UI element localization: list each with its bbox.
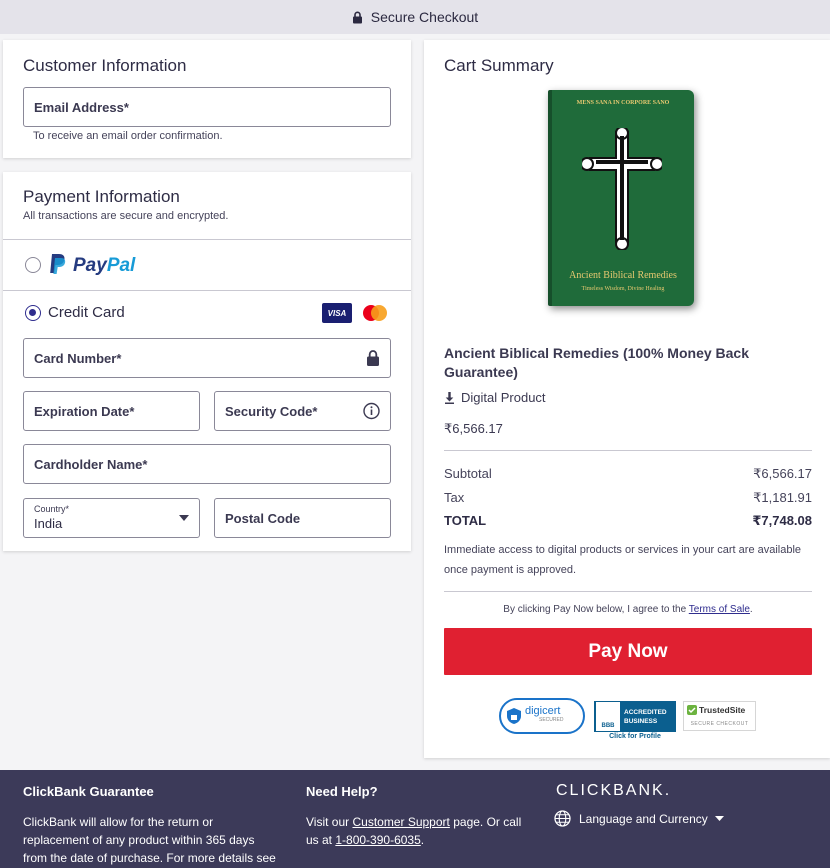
postal-code-label: Postal Code: [225, 510, 301, 526]
language-currency-label: Language and Currency: [579, 811, 708, 826]
phone-link[interactable]: 1-800-390-6035: [335, 833, 420, 847]
language-currency-selector[interactable]: Language and Currency: [554, 810, 724, 827]
payment-info-subtitle: All transactions are secure and encrypte…: [23, 210, 229, 222]
bbb-banner: BBB ACCREDITED BUSINESS: [594, 701, 676, 732]
bbb-line-2: BUSINESS: [624, 717, 658, 725]
bbb-profile-link[interactable]: Click for Profile: [594, 733, 676, 740]
download-icon: [445, 391, 454, 404]
tax-value: ₹1,181.91: [753, 490, 812, 505]
product-price: ₹6,566.17: [444, 421, 503, 436]
clickbank-logo: CLICKBANK.: [556, 782, 672, 799]
guarantee-title: ClickBank Guarantee: [23, 784, 154, 799]
terms-prefix: By clicking Pay Now below, I agree to th…: [503, 604, 687, 615]
security-code-label: Security Code*: [225, 403, 318, 419]
dropdown-arrow-icon: [179, 515, 189, 521]
book-tag-text: Timeless Wisdom, Divine Healing: [581, 286, 665, 292]
help-title: Need Help?: [306, 784, 378, 799]
shield-lock-icon: [507, 708, 521, 724]
globe-icon: [554, 810, 571, 827]
subtotal-label: Subtotal: [444, 466, 492, 481]
book-title-text: Ancient Biblical Remedies: [569, 270, 677, 281]
guarantee-text: ClickBank will allow for the return or r…: [23, 815, 276, 865]
paypal-wordmark: PayPal: [73, 255, 135, 277]
digicert-name: digicert: [525, 705, 561, 717]
bbb-text: ACCREDITED BUSINESS: [624, 708, 667, 726]
divider: [444, 591, 812, 592]
terms-suffix: .: [749, 604, 753, 615]
payment-info-card: Payment Information All transactions are…: [3, 172, 411, 551]
check-icon: [687, 705, 697, 715]
trustedsite-badge[interactable]: TrustedSite SECURE CHECKOUT: [683, 701, 756, 731]
chevron-down-icon: [714, 815, 724, 821]
country-select[interactable]: Country* India: [23, 498, 200, 538]
digicert-text: digicert SECURED: [525, 705, 564, 725]
help-text: Visit our Customer Support page. Or call…: [306, 813, 530, 849]
paypal-text-pal: Pal: [106, 255, 136, 276]
access-note: Immediate access to digital products or …: [444, 544, 802, 576]
product-type: Digital Product: [444, 390, 546, 405]
terms-agreement: By clicking Pay Now below, I agree to th…: [444, 604, 812, 615]
subtotal-row: Subtotal ₹6,566.17: [444, 466, 812, 482]
customer-support-link[interactable]: Customer Support: [352, 815, 449, 829]
email-field[interactable]: Email Address*: [23, 87, 391, 127]
trustedsite-name: TrustedSite: [699, 705, 746, 715]
bbb-logo-text: BBB: [601, 723, 615, 729]
help-suffix: .: [420, 833, 425, 847]
tax-label: Tax: [444, 490, 465, 505]
help-prefix: Visit our: [306, 815, 350, 829]
mastercard-icon: [363, 305, 387, 321]
country-value: India: [34, 516, 63, 531]
total-value: ₹7,748.08: [752, 513, 812, 528]
bbb-logo-icon: BBB: [596, 702, 620, 731]
digicert-badge[interactable]: digicert SECURED: [499, 698, 585, 734]
paypal-logo-icon: [50, 254, 66, 274]
email-label: Email Address*: [34, 99, 129, 115]
product-type-label: Digital Product: [461, 390, 546, 405]
tax-row: Tax ₹1,181.91: [444, 490, 812, 506]
pay-now-button[interactable]: Pay Now: [444, 628, 812, 675]
customer-info-title: Customer Information: [23, 56, 187, 75]
card-number-field[interactable]: Card Number*: [23, 338, 391, 378]
credit-card-label: Credit Card: [48, 304, 125, 321]
trustedsite-title: TrustedSite: [687, 705, 745, 715]
lock-icon: [352, 11, 362, 23]
paypal-radio[interactable]: [25, 257, 41, 273]
footer: ClickBank Guarantee ClickBank will allow…: [0, 770, 830, 868]
country-label: Country*: [34, 504, 70, 514]
customer-info-card: Customer Information Email Address* To r…: [3, 40, 411, 158]
email-help-text: To receive an email order confirmation.: [33, 130, 223, 142]
digicert-sub: SECURED: [539, 717, 564, 723]
cart-summary-title: Cart Summary: [444, 56, 554, 75]
credit-card-radio[interactable]: [25, 305, 41, 321]
bbb-badge[interactable]: BBB ACCREDITED BUSINESS Click for Profil…: [594, 701, 676, 741]
product-name: Ancient Biblical Remedies (100% Money Ba…: [444, 345, 749, 380]
cross-icon: [582, 128, 662, 250]
info-icon[interactable]: [363, 402, 380, 420]
total-row: TOTAL ₹7,748.08: [444, 513, 812, 529]
security-code-field[interactable]: Security Code*: [214, 391, 391, 431]
divider: [444, 450, 812, 451]
paypal-option[interactable]: PayPal: [3, 240, 411, 290]
expiration-date-field[interactable]: Expiration Date*: [23, 391, 200, 431]
secure-checkout-title: Secure Checkout: [370, 9, 479, 25]
expiration-label: Expiration Date*: [34, 403, 135, 419]
credit-card-option[interactable]: Credit Card VISA: [3, 291, 411, 335]
paypal-text-pay: Pay: [73, 255, 107, 276]
subtotal-value: ₹6,566.17: [753, 466, 812, 481]
terms-of-sale-link[interactable]: Terms of Sale: [689, 604, 750, 615]
bbb-line-1: ACCREDITED: [624, 708, 667, 716]
card-number-label: Card Number*: [34, 350, 122, 366]
payment-info-title: Payment Information: [23, 187, 180, 206]
book-top-text: MENS SANA IN CORPORE SANO: [576, 100, 670, 106]
postal-code-field[interactable]: Postal Code: [214, 498, 391, 538]
cardholder-label: Cardholder Name*: [34, 456, 148, 472]
visa-label: VISA: [327, 308, 347, 318]
lock-icon: [367, 350, 379, 366]
total-label: TOTAL: [444, 513, 487, 528]
product-image: MENS SANA IN CORPORE SANO Ancient Biblic…: [548, 90, 694, 306]
trustedsite-sub: SECURE CHECKOUT: [690, 721, 749, 727]
secure-checkout-bar: Secure Checkout: [0, 0, 830, 34]
cardholder-name-field[interactable]: Cardholder Name*: [23, 444, 391, 484]
visa-icon: VISA: [322, 303, 352, 323]
